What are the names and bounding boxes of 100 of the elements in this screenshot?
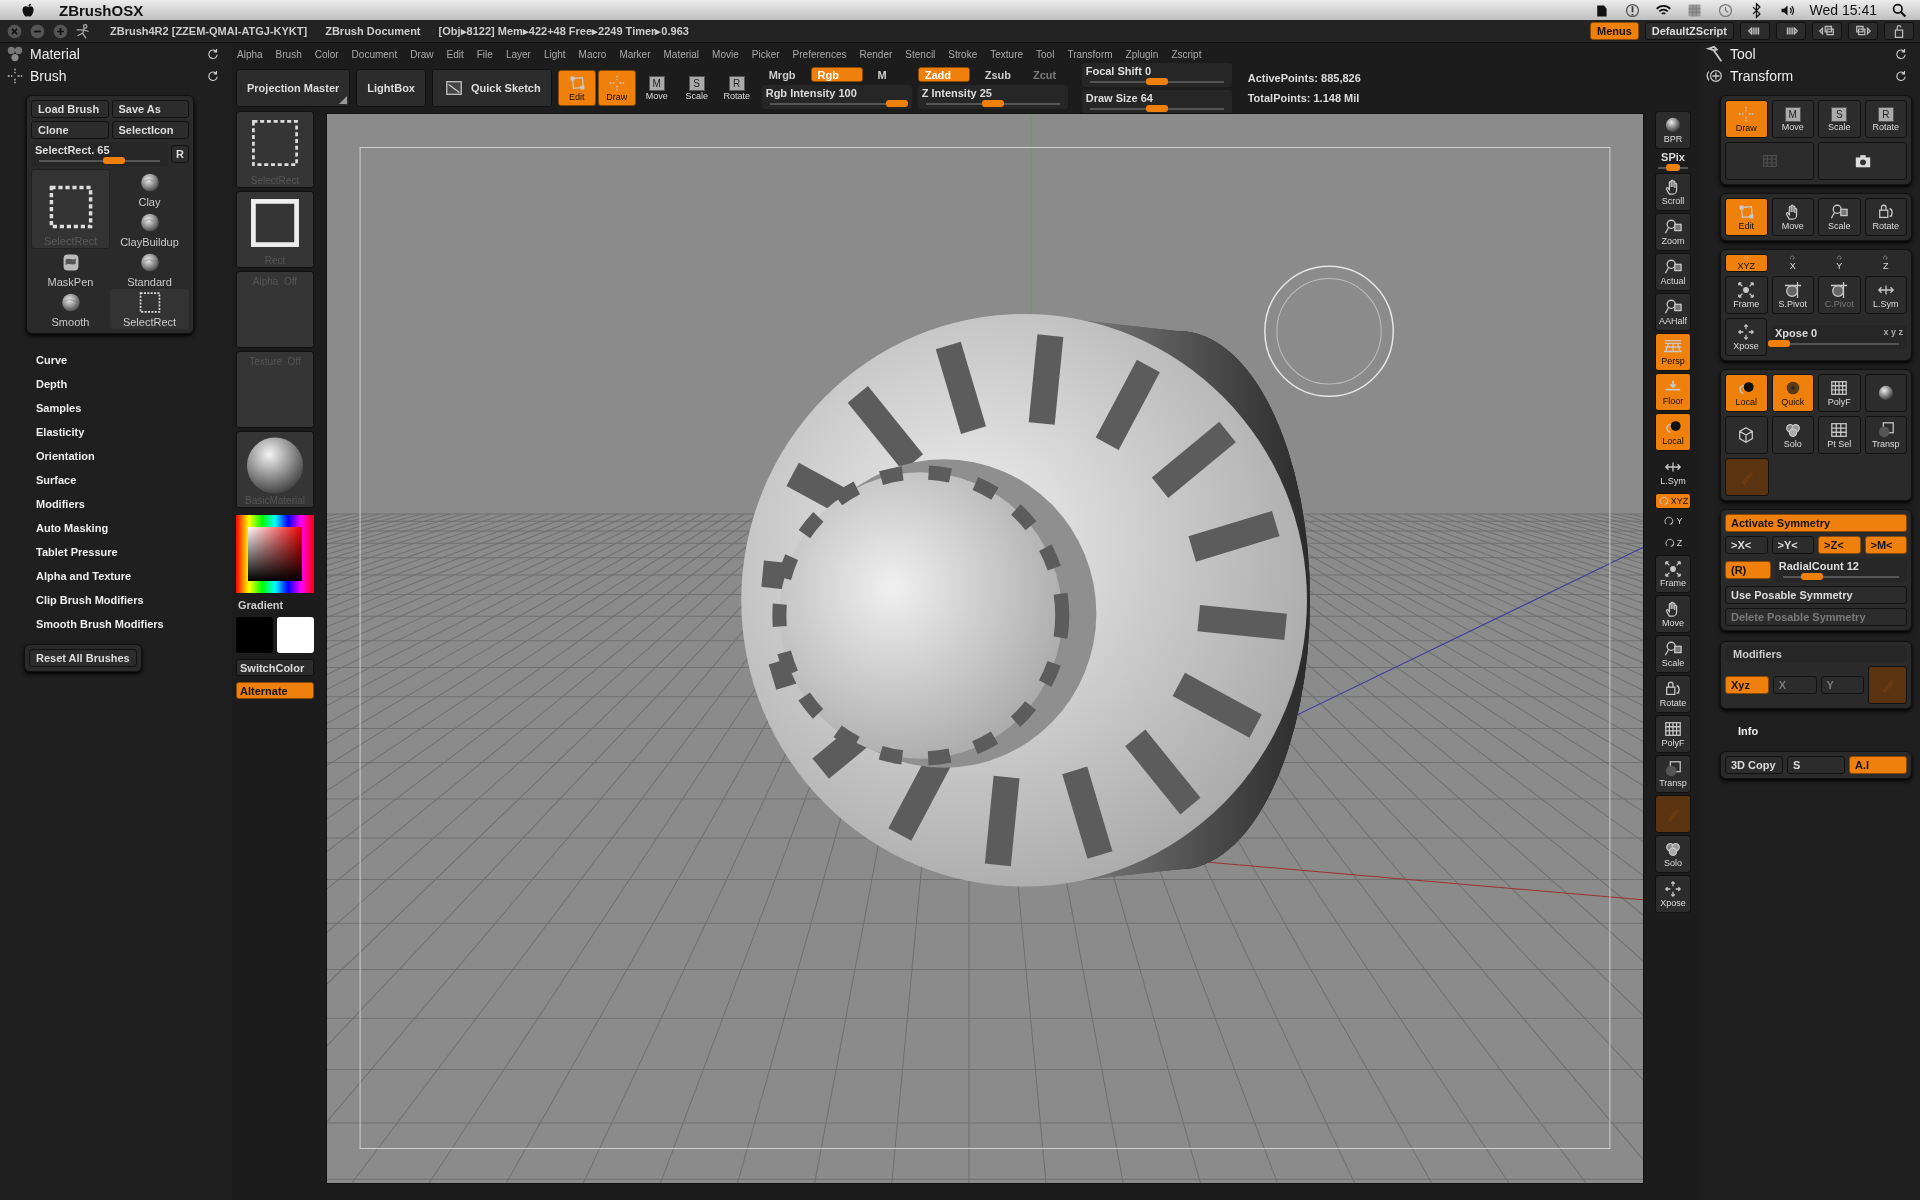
menu-item[interactable]: Stroke — [948, 48, 978, 60]
title-bar-icon-button[interactable] — [1848, 22, 1878, 40]
brush-size-slider[interactable]: SelectRect. 65 — [31, 142, 168, 166]
view-button[interactable]: Z — [1655, 533, 1691, 553]
palette-button[interactable]: Load Brush — [31, 100, 109, 118]
panel-button[interactable]: Activate Symmetry — [1725, 514, 1907, 532]
tool-button[interactable]: S.Pivot — [1771, 276, 1814, 314]
gradient-label[interactable]: Gradient — [236, 596, 318, 614]
view-button[interactable]: Local — [1655, 413, 1691, 451]
mode-button[interactable]: Edit — [557, 70, 596, 106]
palette-button[interactable]: Clone — [31, 121, 109, 139]
panel-button[interactable]: >X< — [1725, 536, 1768, 554]
view-button[interactable]: Actual — [1655, 253, 1691, 291]
tool-button[interactable]: S Scale — [1818, 100, 1861, 138]
time-machine-icon[interactable] — [1716, 1, 1734, 19]
tool-button[interactable]: Pt Sel — [1818, 416, 1861, 454]
palette-header[interactable]: Tool — [1700, 43, 1920, 65]
app-name[interactable]: ZBrushOSX — [59, 1, 144, 19]
view-button[interactable]: Persp — [1655, 333, 1691, 371]
tool-button[interactable]: PolyF — [1818, 374, 1861, 412]
menu-item[interactable]: Texture — [990, 48, 1024, 60]
brush-tile[interactable]: MaskPen — [31, 249, 110, 289]
title-bar-icon-button[interactable] — [1776, 22, 1806, 40]
menu-item[interactable]: Alpha — [237, 48, 263, 60]
apple-icon[interactable] — [20, 1, 37, 19]
view-button[interactable]: Transp — [1655, 755, 1691, 793]
menu-item[interactable]: Color — [314, 48, 339, 60]
menu-item[interactable]: Draw — [410, 48, 434, 60]
title-bar-icon-button[interactable] — [1740, 22, 1770, 40]
palette-section[interactable]: Auto Masking — [36, 518, 232, 542]
reset-all-brushes-button[interactable]: Reset All Brushes — [29, 649, 137, 667]
view-button[interactable]: Rotate — [1655, 675, 1691, 713]
panel-button[interactable]: Xyz — [1725, 676, 1769, 694]
mode-button[interactable]: R Rotate — [717, 70, 756, 106]
menu-item[interactable]: Material — [663, 48, 700, 60]
shelf-button[interactable]: Projection Master — [236, 69, 351, 107]
palette-section[interactable]: Clip Brush Modifiers — [36, 590, 232, 614]
panel-button[interactable]: >M< — [1864, 536, 1907, 554]
info-header[interactable]: Info — [1730, 723, 1920, 739]
panel-button[interactable]: S — [1787, 756, 1845, 774]
tool-button[interactable]: Move — [1771, 198, 1814, 236]
draw-size-slider[interactable]: Draw Size 64 — [1081, 89, 1232, 114]
slider-thumb[interactable] — [1145, 104, 1168, 112]
menu-item[interactable]: Zplugin — [1125, 48, 1159, 60]
tool-button[interactable]: Solo — [1771, 416, 1814, 454]
palette-header[interactable]: Transform — [1700, 65, 1920, 87]
slider-thumb[interactable] — [1666, 164, 1680, 171]
tool-button[interactable]: Rotate — [1864, 198, 1907, 236]
title-bar-icon-button[interactable] — [1812, 22, 1842, 40]
slider-thumb[interactable] — [886, 100, 908, 107]
slider-thumb[interactable] — [1145, 77, 1168, 85]
panel-slider[interactable]: RadialCount 12 — [1774, 558, 1907, 582]
maximize-icon[interactable] — [52, 22, 69, 40]
refresh-icon[interactable] — [206, 47, 220, 61]
menu-item[interactable]: Tool — [1036, 48, 1055, 60]
refresh-icon[interactable] — [1894, 69, 1908, 83]
view-button[interactable]: Solo — [1655, 835, 1691, 873]
color-picker[interactable] — [236, 515, 314, 593]
brush-tile[interactable]: Standard — [110, 249, 189, 289]
menu-item[interactable]: Marker — [619, 48, 651, 60]
view-button[interactable]: Y — [1655, 511, 1691, 531]
view-button[interactable]: PolyF — [1655, 715, 1691, 753]
toggle-button[interactable]: Zsub — [977, 67, 1018, 82]
menu-item[interactable]: Transform — [1067, 48, 1113, 60]
reset-slider-button[interactable]: R — [171, 145, 189, 163]
brush-tile[interactable]: Smooth — [31, 289, 110, 329]
tool-button[interactable]: Y — [1818, 254, 1861, 272]
toggle-button[interactable]: M — [870, 67, 894, 82]
panel-button[interactable]: A.I — [1849, 756, 1907, 774]
menu-item[interactable]: Stencil — [905, 48, 936, 60]
menubar-clock[interactable]: Wed 15:41 — [1809, 2, 1877, 18]
switch-color-button[interactable]: SwitchColor — [236, 659, 314, 676]
view-button[interactable]: Xpose — [1655, 875, 1691, 913]
palette-section[interactable]: Elasticity — [36, 422, 232, 446]
tool-button[interactable]: Xpose — [1725, 318, 1767, 356]
tool-button[interactable] — [1864, 374, 1907, 412]
palette-section[interactable]: Alpha and Texture — [36, 566, 232, 590]
menu-item[interactable]: Macro — [578, 48, 607, 60]
tool-button[interactable] — [1818, 142, 1907, 180]
tool-button[interactable]: Scale — [1818, 198, 1861, 236]
slider-thumb[interactable] — [103, 157, 125, 164]
tool-button[interactable]: M Move — [1771, 100, 1814, 138]
tool-button[interactable]: Edit — [1725, 198, 1768, 236]
view-button[interactable]: AAHalf — [1655, 293, 1691, 331]
palette-header[interactable]: Brush — [0, 65, 232, 87]
menu-item[interactable]: Movie — [712, 48, 739, 60]
brush-tile[interactable]: Clay — [110, 169, 189, 209]
mode-button[interactable]: S Scale — [677, 70, 716, 106]
palette-button[interactable]: SelectIcon — [111, 121, 189, 139]
view-button[interactable]: BPR — [1655, 111, 1691, 149]
palette-section[interactable]: Depth — [36, 374, 232, 398]
view-button[interactable]: Move — [1655, 595, 1691, 633]
tool-button[interactable] — [1725, 416, 1768, 454]
tool-button[interactable]: XYZ — [1725, 254, 1768, 272]
view-button[interactable]: Frame — [1655, 555, 1691, 593]
refresh-icon[interactable] — [1894, 47, 1908, 61]
search-icon[interactable] — [1891, 1, 1908, 19]
mode-button[interactable]: M Move — [637, 70, 676, 106]
spix-slider[interactable]: SPix — [1655, 151, 1691, 171]
view-button[interactable]: Floor — [1655, 373, 1691, 411]
